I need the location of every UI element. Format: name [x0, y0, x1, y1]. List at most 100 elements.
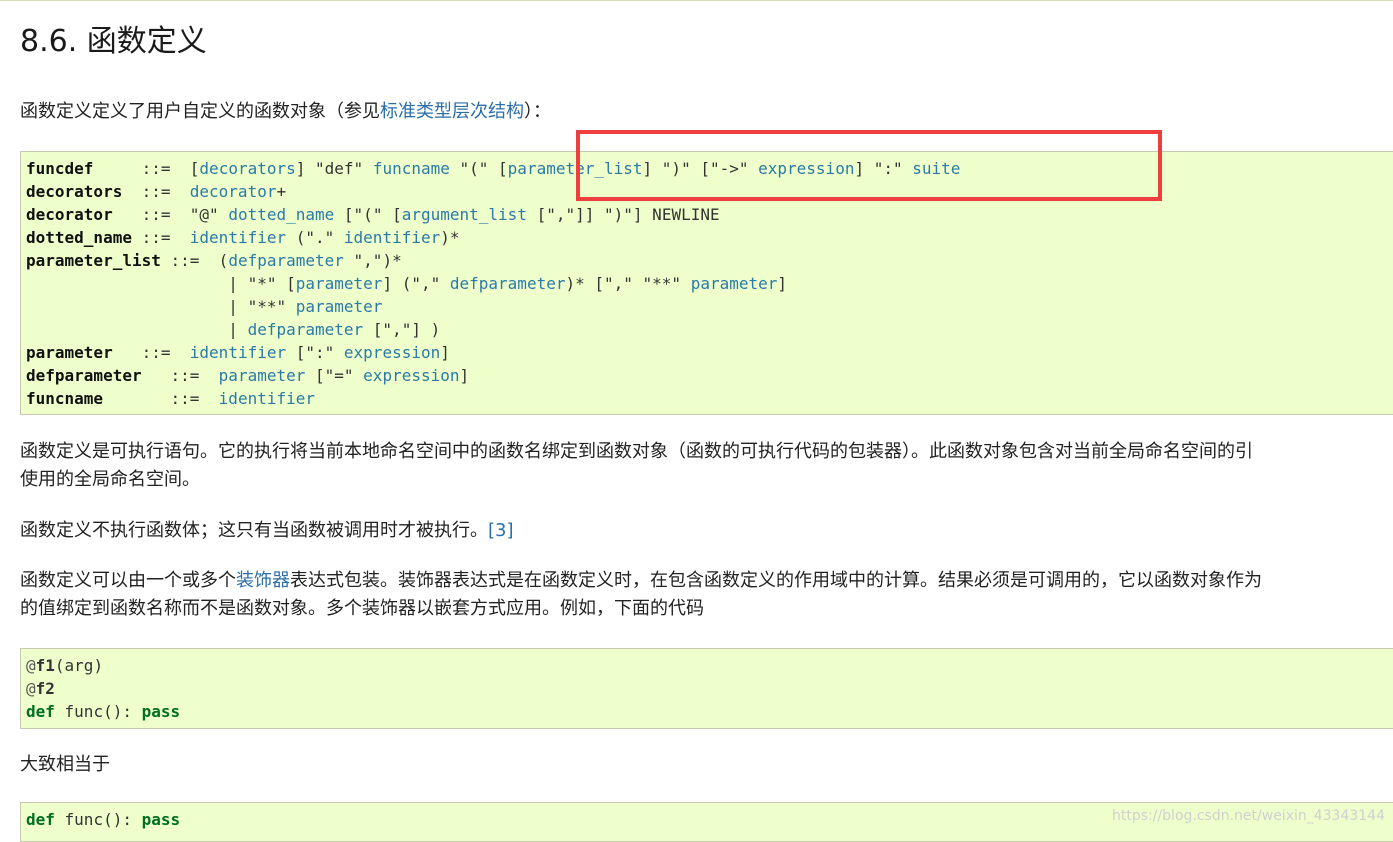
grammar-line-defparameter: defparameter ::= parameter ["=" expressi… [26, 364, 469, 387]
paragraph-text: 表达式包装。装饰器表达式是在函数定义时，在包含函数定义的作用域中的计算。结果必须… [290, 570, 1262, 591]
grammar-text: [","]] ")"] NEWLINE [526, 205, 720, 224]
paragraph-decorators-line2: 的值绑定到函数名称而不是函数对象。多个装饰器以嵌套方式应用。例如，下面的代码 [20, 598, 704, 619]
code-line: def func(): pass [26, 808, 180, 831]
grammar-text: + [276, 182, 287, 201]
grammar-line-parameter-list: parameter_list ::= (defparameter ",")* [26, 249, 402, 272]
grammar-line-funcname: funcname ::= identifier [26, 387, 315, 410]
intro-paragraph: 函数定义定义了用户自定义的函数对象（参见标准类型层次结构）： [20, 98, 551, 126]
intro-text-before: 函数定义定义了用户自定义的函数对象（参见 [20, 101, 380, 122]
grammar-text: [","] ) [363, 320, 441, 339]
code-line: def func(): pass [26, 700, 180, 723]
token-link-defparameter[interactable]: defparameter [450, 274, 566, 293]
paragraph-decorators-line1: 函数定义可以由一个或多个装饰器表达式包装。装饰器表达式是在函数定义时，在包含函数… [20, 567, 1262, 595]
grammar-sep: ::= [141, 205, 171, 224]
token-link-dotted-name[interactable]: dotted_name [228, 205, 334, 224]
grammar-sep: ::= [170, 366, 200, 385]
paragraph-text: 函数定义不执行函数体；这只有当函数被调用时才被执行。 [20, 520, 488, 541]
token-link-defparameter[interactable]: defparameter [248, 320, 364, 339]
grammar-text: ] [440, 343, 450, 362]
decorator-at: @ [26, 679, 36, 698]
grammar-rule-name: parameter_list [26, 251, 161, 270]
grammar-rule-name: funcname [26, 389, 104, 408]
code-line: @f2 [26, 677, 55, 700]
grammar-line-parameter: parameter ::= identifier [":" expression… [26, 341, 450, 364]
grammar-sep: ::= [170, 389, 200, 408]
token-link-parameter[interactable]: parameter [296, 274, 383, 293]
grammar-text: ] ("," [382, 274, 450, 293]
keyword-pass: pass [141, 810, 181, 829]
grammar-rule-name: decorators [26, 182, 123, 201]
code-text: func(): [54, 702, 142, 721]
grammar-rule-name: dotted_name [26, 228, 132, 247]
grammar-text: ( [218, 251, 229, 270]
token-link-decorator[interactable]: decorator [190, 182, 277, 201]
grammar-line-decorators: decorators ::= decorator+ [26, 180, 286, 203]
grammar-text: ",")* [343, 251, 402, 270]
token-link-parameter[interactable]: parameter [296, 297, 383, 316]
decorator-link[interactable]: 装饰器 [236, 570, 290, 591]
paragraph-text: 函数定义可以由一个或多个 [20, 570, 236, 591]
token-link-identifier[interactable]: identifier [190, 228, 286, 247]
grammar-sep: ::= [141, 343, 171, 362]
paragraph-execution-line2: 使用的全局命名空间。 [20, 469, 200, 490]
grammar-text: ["=" [305, 366, 364, 385]
red-highlight-box [576, 130, 1162, 201]
grammar-text: "(" [ [449, 159, 508, 178]
paragraph-body-not-executed: 函数定义不执行函数体；这只有当函数被调用时才被执行。[3] [20, 517, 514, 545]
token-link-argument-list[interactable]: argument_list [402, 205, 527, 224]
token-link-identifier[interactable]: identifier [344, 228, 440, 247]
code-text: (arg) [54, 656, 104, 675]
grammar-text: | "*" [ [228, 274, 296, 293]
type-hierarchy-link[interactable]: 标准类型层次结构 [380, 101, 524, 122]
token-link-expression[interactable]: expression [363, 366, 459, 385]
grammar-sep: ::= [141, 159, 171, 178]
grammar-text: ] [459, 366, 470, 385]
footnote-link[interactable]: [3] [488, 520, 514, 541]
code-text: func(): [54, 810, 142, 829]
token-link-expression[interactable]: expression [344, 343, 440, 362]
token-link-defparameter[interactable]: defparameter [228, 251, 344, 270]
decorator-name: f2 [35, 679, 55, 698]
keyword-def: def [26, 702, 55, 721]
grammar-text: [ [189, 159, 200, 178]
grammar-text: "@" [189, 205, 229, 224]
intro-text-after: ）： [524, 101, 551, 122]
grammar-text: ] "def" [295, 159, 373, 178]
grammar-sep: ::= [141, 228, 171, 247]
token-link-identifier[interactable]: identifier [219, 389, 315, 408]
keyword-pass: pass [141, 702, 181, 721]
grammar-line-dotted-name: dotted_name ::= identifier ("." identifi… [26, 226, 460, 249]
grammar-line-parameter-list-2: | "*" [parameter] ("," defparameter)* ["… [26, 272, 787, 295]
grammar-sep: ::= [170, 251, 200, 270]
grammar-line-parameter-list-3: | "**" parameter [26, 295, 382, 318]
grammar-text: ] [777, 274, 788, 293]
grammar-sep: ::= [141, 182, 171, 201]
token-link-decorators[interactable]: decorators [199, 159, 295, 178]
token-link-parameter[interactable]: parameter [219, 366, 306, 385]
token-link-parameter[interactable]: parameter [691, 274, 778, 293]
decorator-at: @ [26, 656, 36, 675]
keyword-def: def [26, 810, 55, 829]
code-line: @f1(arg) [26, 654, 103, 677]
code-example-decorated: @f1(arg) @f2 def func(): pass [20, 648, 1393, 729]
grammar-text: )* [440, 228, 460, 247]
paragraph-roughly-equivalent: 大致相当于 [20, 754, 110, 775]
token-link-identifier[interactable]: identifier [190, 343, 286, 362]
grammar-text: )* ["," "**" [565, 274, 691, 293]
grammar-text: | [228, 320, 248, 339]
grammar-rule-name: decorator [26, 205, 113, 224]
grammar-rule-name: parameter [26, 343, 113, 362]
token-link-funcname[interactable]: funcname [373, 159, 450, 178]
grammar-text: [":" [286, 343, 344, 362]
grammar-text: ("." [286, 228, 344, 247]
page-title: 8.6. 函数定义 [20, 24, 207, 59]
grammar-text: | "**" [228, 297, 296, 316]
paragraph-execution-line1: 函数定义是可执行语句。它的执行将当前本地命名空间中的函数名绑定到函数对象（函数的… [20, 441, 1253, 462]
top-divider [0, 0, 1393, 1]
decorator-name: f1 [35, 656, 55, 675]
grammar-line-parameter-list-4: | defparameter [","] ) [26, 318, 440, 341]
grammar-rule-name: funcdef [26, 159, 94, 178]
grammar-text: ["(" [ [334, 205, 402, 224]
grammar-rule-name: defparameter [26, 366, 142, 385]
watermark: https://blog.csdn.net/weixin_43343144 [1111, 808, 1385, 824]
